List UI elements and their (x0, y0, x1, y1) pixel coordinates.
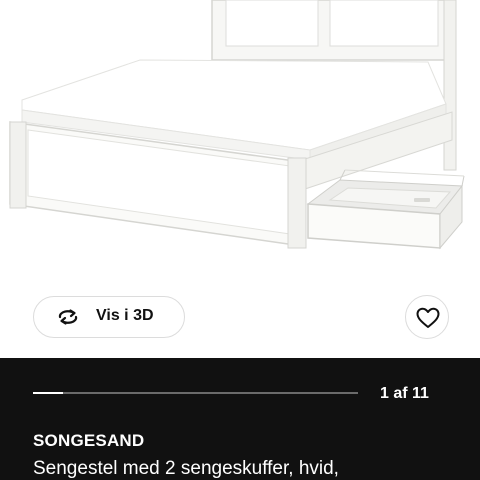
product-info-panel: 1 af 11 SONGESAND Sengestel med 2 senges… (0, 358, 480, 480)
rotate-3d-icon (55, 306, 81, 328)
gallery-counter: 1 af 11 (380, 385, 429, 402)
product-description: Sengestel med 2 sengeskuffer, hvid, (33, 458, 339, 479)
gallery-progress-fill (33, 392, 63, 394)
product-name: SONGESAND (33, 431, 145, 450)
favourite-button[interactable] (405, 295, 449, 339)
view-in-3d-button[interactable]: Vis i 3D (33, 296, 185, 338)
heart-outline-icon (416, 307, 440, 328)
bed-illustration (9, 0, 465, 250)
gallery-progress-track (33, 392, 358, 394)
view-in-3d-label: Vis i 3D (96, 307, 154, 324)
product-image[interactable] (0, 0, 480, 284)
